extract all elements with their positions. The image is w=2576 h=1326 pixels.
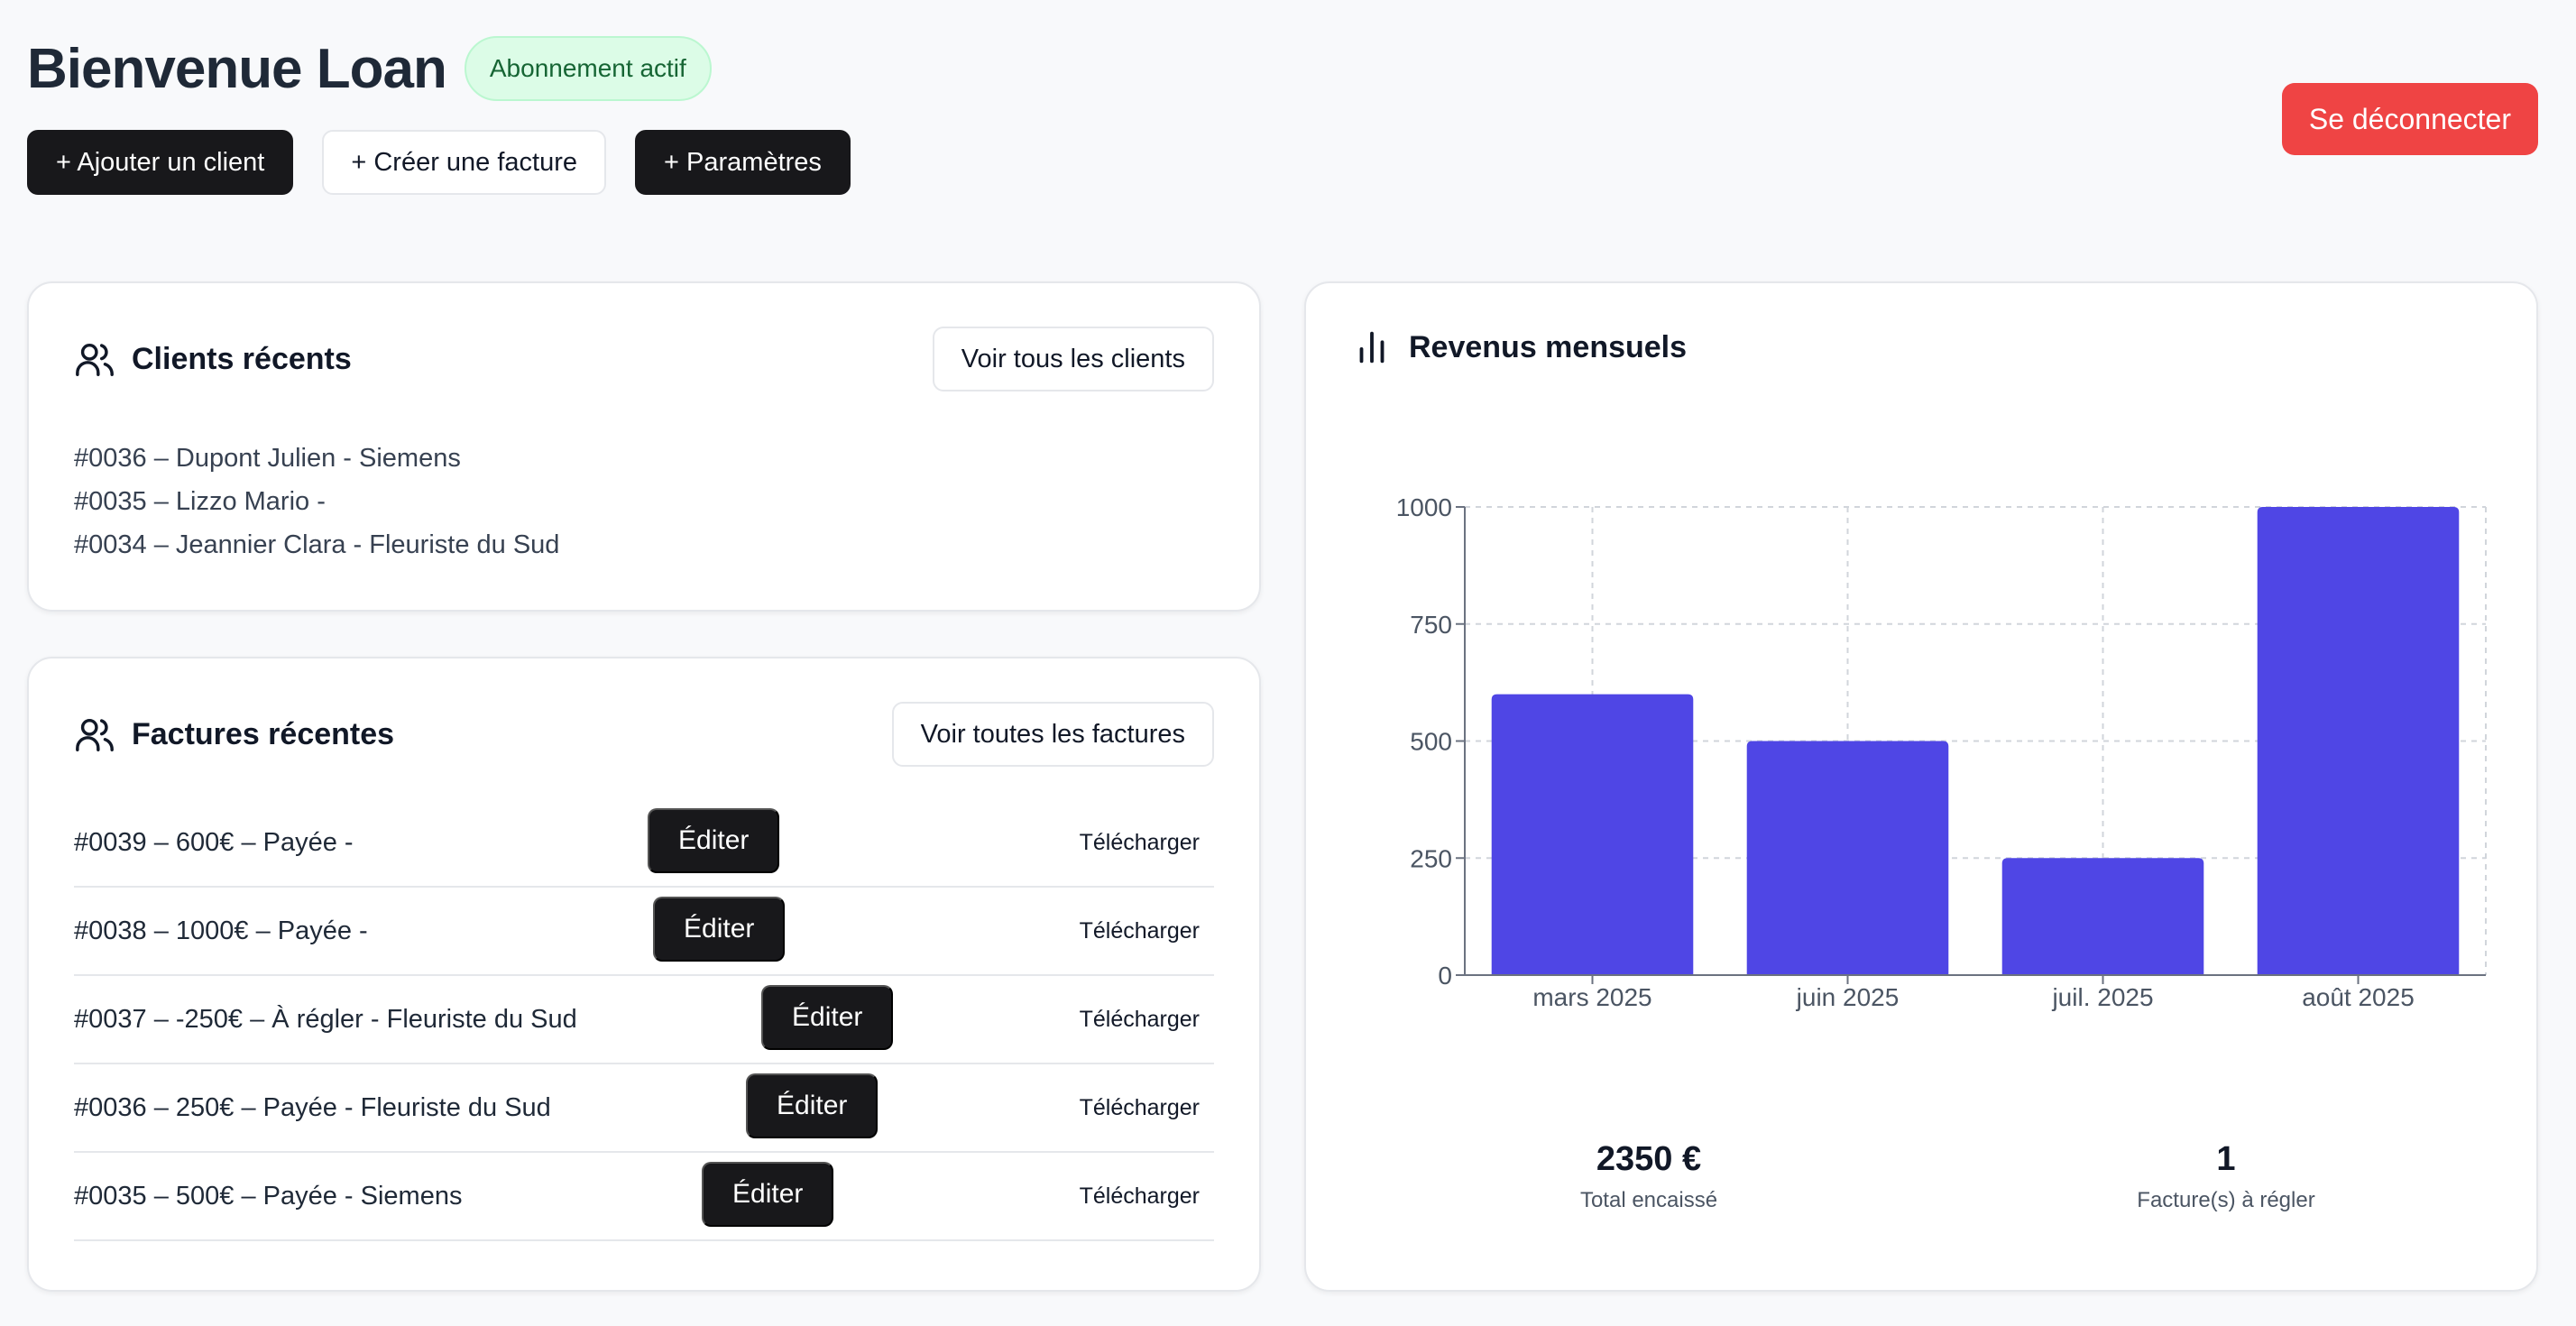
x-tick-label: août 2025 <box>2302 983 2415 1011</box>
monthly-revenue-card: Revenus mensuels 0 250 500 750 1000 mars 2025… <box>1304 281 2538 1292</box>
edit-invoice-button[interactable]: Éditer <box>761 985 894 1050</box>
invoice-row: #0036 – 250€ – Payée - Fleuriste du Sud … <box>74 1064 1214 1153</box>
total-collected-stat: 2350 € Total encaissé <box>1513 1140 1784 1213</box>
revenue-bar-chart: 0 250 500 750 1000 mars 2025 juin 2025 juil. 20… <box>1396 493 2487 1011</box>
subscription-badge: Abonnement actif <box>464 36 712 101</box>
x-tick-label: juin 2025 <box>1796 983 1900 1011</box>
page-title: Bienvenue Loan <box>27 37 447 100</box>
revenue-bar <box>2001 858 2204 975</box>
view-all-clients-button[interactable]: Voir tous les clients <box>932 327 1214 391</box>
invoice-summary: #0038 – 1000€ – Payée - <box>74 916 368 945</box>
client-list-item[interactable]: #0035 – Lizzo Mario - <box>74 480 1214 523</box>
x-tick-label: juil. 2025 <box>2051 983 2153 1011</box>
invoices-due-value: 1 <box>2216 1140 2236 1178</box>
revenue-bar <box>1746 741 1949 975</box>
page-header: Bienvenue Loan Abonnement actif + Ajoute… <box>27 36 851 195</box>
y-tick-label: 500 <box>1410 728 1452 756</box>
recent-invoices-title-wrap: Factures récentes <box>74 714 394 755</box>
x-tick-label: mars 2025 <box>1532 983 1651 1011</box>
client-list: #0036 – Dupont Julien - Siemens #0035 – … <box>74 437 1214 566</box>
edit-invoice-button[interactable]: Éditer <box>648 808 780 873</box>
invoice-summary: #0036 – 250€ – Payée - Fleuriste du Sud <box>74 1092 551 1122</box>
recent-invoices-title: Factures récentes <box>132 716 395 751</box>
download-invoice-link[interactable]: Télécharger <box>1080 1183 1200 1210</box>
download-invoice-link[interactable]: Télécharger <box>1080 918 1200 944</box>
invoices-due-stat: 1 Facture(s) à régler <box>2046 1140 2406 1213</box>
revenue-bar <box>2257 507 2460 975</box>
add-client-button[interactable]: + Ajouter un client <box>27 130 294 195</box>
settings-button[interactable]: + Paramètres <box>635 130 851 195</box>
edit-invoice-button[interactable]: Éditer <box>653 897 786 962</box>
y-tick-label: 250 <box>1410 844 1452 872</box>
download-invoice-link[interactable]: Télécharger <box>1080 1095 1200 1121</box>
recent-clients-header: Clients récents Voir tous les clients <box>74 327 1214 391</box>
edit-invoice-button[interactable]: Éditer <box>746 1073 879 1138</box>
recent-clients-title-wrap: Clients récents <box>74 338 352 380</box>
y-tick-label: 750 <box>1410 611 1452 639</box>
logout-button[interactable]: Se déconnecter <box>2281 83 2538 155</box>
title-row: Bienvenue Loan Abonnement actif <box>27 36 851 101</box>
invoice-summary: #0037 – -250€ – À régler - Fleuriste du … <box>74 1004 577 1034</box>
invoices-due-label: Facture(s) à régler <box>2137 1188 2315 1212</box>
recent-invoices-header: Factures récentes Voir toutes les factur… <box>74 702 1214 767</box>
users-icon <box>76 343 114 376</box>
action-bar: + Ajouter un client + Créer une facture … <box>27 130 851 195</box>
invoice-row: #0039 – 600€ – Payée - Éditer Télécharge… <box>74 799 1214 888</box>
users-icon <box>76 718 114 751</box>
invoice-summary: #0035 – 500€ – Payée - Siemens <box>74 1181 463 1211</box>
edit-invoice-button[interactable]: Éditer <box>702 1162 834 1227</box>
client-list-item[interactable]: #0034 – Jeannier Clara - Fleuriste du Su… <box>74 523 1214 566</box>
invoice-row: #0035 – 500€ – Payée - Siemens Éditer Té… <box>74 1153 1214 1241</box>
revenue-bar <box>1491 694 1694 975</box>
total-collected-value: 2350 € <box>1596 1140 1702 1178</box>
y-tick-label: 0 <box>1438 962 1452 990</box>
invoice-summary: #0039 – 600€ – Payée - <box>74 827 354 857</box>
client-list-item[interactable]: #0036 – Dupont Julien - Siemens <box>74 437 1214 480</box>
recent-clients-card: Clients récents Voir tous les clients #0… <box>27 281 1261 612</box>
view-all-invoices-button[interactable]: Voir toutes les factures <box>891 702 1214 767</box>
invoice-row: #0038 – 1000€ – Payée - Éditer Télécharg… <box>74 888 1214 976</box>
recent-invoices-card: Factures récentes Voir toutes les factur… <box>27 657 1261 1292</box>
invoice-list: #0039 – 600€ – Payée - Éditer Télécharge… <box>74 799 1214 1241</box>
invoice-row: #0037 – -250€ – À régler - Fleuriste du … <box>74 976 1214 1064</box>
total-collected-label: Total encaissé <box>1579 1188 1718 1212</box>
recent-clients-title: Clients récents <box>132 341 352 376</box>
create-invoice-button[interactable]: + Créer une facture <box>322 130 607 195</box>
download-invoice-link[interactable]: Télécharger <box>1080 830 1200 856</box>
download-invoice-link[interactable]: Télécharger <box>1080 1007 1200 1033</box>
y-tick-label: 1000 <box>1396 493 1452 521</box>
